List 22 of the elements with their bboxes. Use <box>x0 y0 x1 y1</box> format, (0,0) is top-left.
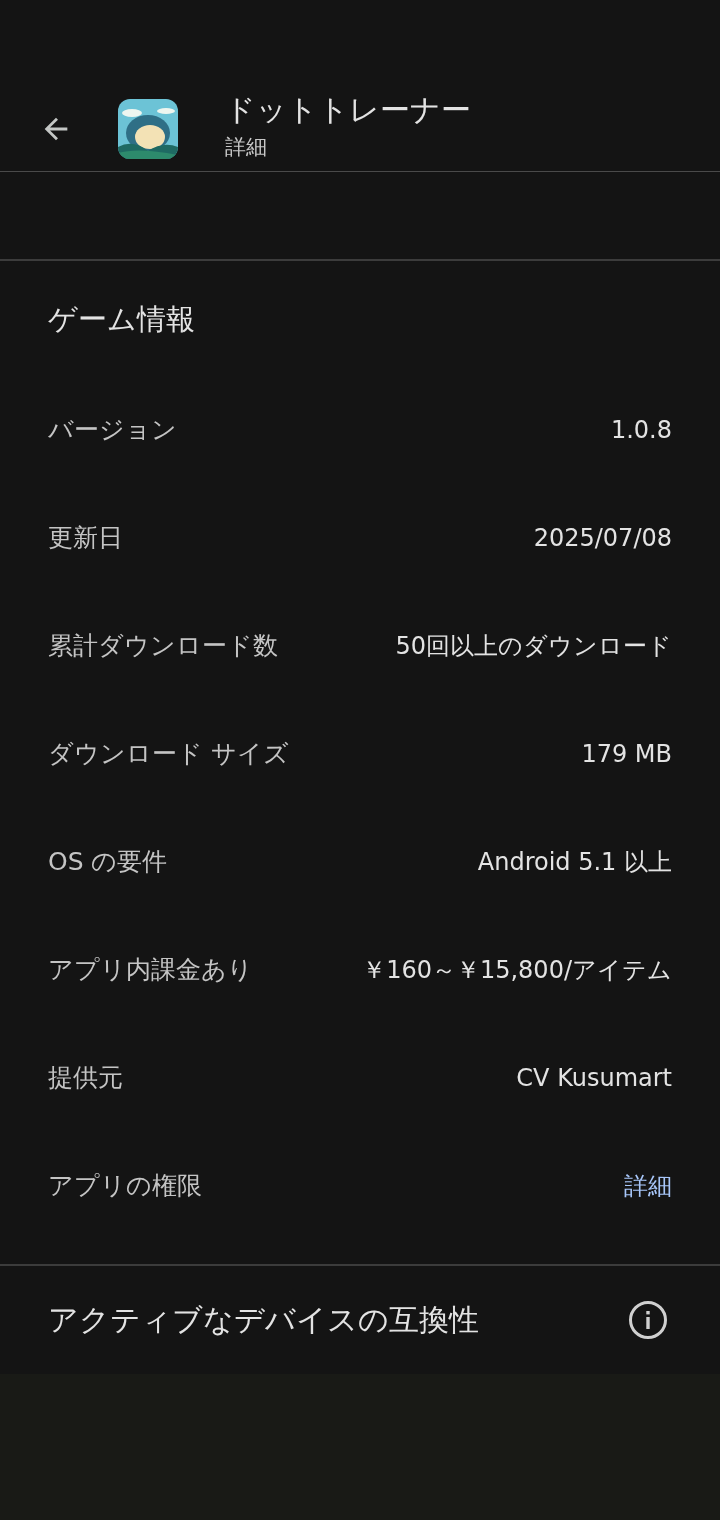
info-value: Android 5.1 以上 <box>477 847 672 878</box>
app-icon <box>118 98 178 159</box>
info-icon[interactable] <box>628 1300 668 1340</box>
compatibility-title: アクティブなデバイスの互換性 <box>48 1300 479 1339</box>
info-value: 2025/07/08 <box>533 523 672 554</box>
info-label: アプリ内課金あり <box>48 954 253 986</box>
section-title: ゲーム情報 <box>48 301 195 338</box>
info-value: 50回以上のダウンロード <box>395 631 672 662</box>
info-value: ￥160～￥15,800/アイテム <box>362 955 672 986</box>
details-link[interactable]: 詳細 <box>624 1164 672 1208</box>
page-subtitle: 詳細 <box>225 133 268 161</box>
app-title: ドットトレーナー <box>225 90 471 129</box>
info-value: CV Kusumart <box>516 1063 672 1094</box>
info-label: 提供元 <box>48 1062 123 1094</box>
info-label: ダウンロード サイズ <box>48 738 289 770</box>
info-label: 更新日 <box>48 522 123 554</box>
info-label: 累計ダウンロード数 <box>48 630 278 662</box>
info-label: アプリの権限 <box>48 1170 202 1202</box>
info-label: OS の要件 <box>48 846 168 878</box>
info-label: バージョン <box>48 414 177 446</box>
info-value: 1.0.8 <box>610 415 672 446</box>
info-value: 179 MB <box>581 739 672 770</box>
